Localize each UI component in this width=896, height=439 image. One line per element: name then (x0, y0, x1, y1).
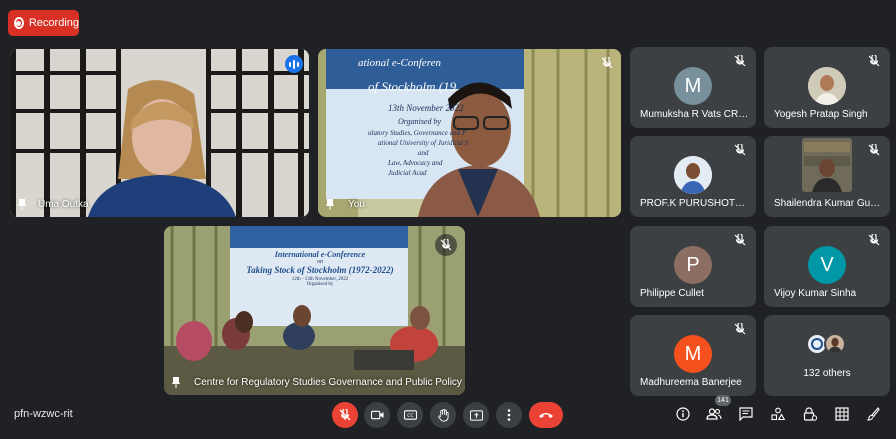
more-icon (507, 409, 511, 421)
participant-name: Madhureema Banerjee (640, 377, 742, 388)
participant-tile[interactable]: PROF.K PURUSHOTHAM... (630, 136, 756, 217)
banner-line: Organised by (306, 282, 334, 287)
participant-name: Vijoy Kumar Sinha (774, 288, 857, 299)
participant-video (10, 49, 309, 217)
banner-line: Law, Advocacy and (388, 159, 443, 167)
mic-off-icon (868, 234, 880, 246)
activities-icon (771, 407, 785, 421)
present-button[interactable] (463, 402, 489, 428)
video-tile-uma-outka[interactable]: Uma Outka (10, 49, 309, 217)
mic-off-icon (339, 409, 351, 421)
people-button[interactable] (705, 405, 723, 423)
conference-banner: ational e-Conferen of Stockholm (19 13th… (328, 57, 518, 177)
svg-text:CC: CC (407, 413, 413, 419)
video-tile-centre[interactable]: International e-Conference on Taking Sto… (164, 226, 465, 395)
banner-line: of Stockholm (19 (368, 79, 457, 94)
bottom-toolbar: pfn-wzwc-rit CC 141 (0, 393, 896, 439)
captions-button[interactable]: CC (397, 402, 423, 428)
participant-tile[interactable]: Shailendra Kumar Gupta (764, 136, 890, 217)
avatar: M (674, 67, 712, 105)
banner-line: Organised by (398, 117, 442, 126)
participant-name: Shailendra Kumar Gupta (774, 198, 884, 209)
recording-label: Recording (28, 17, 79, 29)
video-tile-you[interactable]: ational e-Conferen of Stockholm (19 13th… (318, 49, 621, 217)
avatar: V (808, 246, 846, 284)
raise-hand-button[interactable] (430, 402, 456, 428)
banner-line: Judicial Acad (388, 169, 427, 177)
layout-button[interactable] (833, 405, 851, 423)
others-avatars (806, 333, 846, 355)
mic-off-icon (868, 55, 880, 67)
mic-off-icon (435, 234, 457, 256)
participant-tile[interactable]: M Madhureema Banerjee (630, 315, 756, 396)
participant-name: Centre for Regulatory Studies Governance… (194, 377, 462, 388)
hangup-icon (539, 413, 553, 418)
avatar: P (674, 246, 712, 284)
banner-line: ulatory Studies, Governance and P (368, 129, 467, 137)
meeting-details-button[interactable] (674, 405, 692, 423)
avatar-initial: V (820, 253, 834, 276)
chat-button[interactable] (737, 405, 755, 423)
meeting-code: pfn-wzwc-rit (14, 408, 73, 420)
others-count: 132 others (803, 368, 851, 379)
chat-icon (739, 407, 753, 421)
host-controls-icon (803, 407, 817, 421)
speaking-indicator-icon (285, 55, 303, 73)
raise-hand-icon (437, 408, 449, 422)
mic-off-icon (734, 323, 746, 335)
others-tile[interactable]: 132 others (764, 315, 890, 396)
banner-line: ational e-Conferen (358, 57, 441, 69)
camera-toggle-button[interactable] (364, 402, 390, 428)
pin-icon[interactable] (18, 199, 26, 210)
info-icon (676, 407, 690, 421)
participant-tile[interactable]: Yogesh Pratap Singh (764, 47, 890, 128)
participant-name: Yogesh Pratap Singh (774, 109, 868, 120)
more-options-button[interactable] (496, 402, 522, 428)
banner-line: International e-Conference (274, 250, 366, 259)
avatar (674, 156, 712, 194)
participant-tile[interactable]: M Mumuksha R Vats CRSG... (630, 47, 756, 128)
participant-tile[interactable]: V Vijoy Kumar Sinha (764, 226, 890, 307)
avatar (824, 333, 846, 355)
avatar-initial: M (684, 74, 702, 97)
people-icon (706, 408, 722, 420)
host-controls-button[interactable] (801, 405, 819, 423)
mic-toggle-button[interactable] (332, 402, 358, 428)
captions-icon: CC (403, 410, 417, 420)
activities-button[interactable] (769, 405, 787, 423)
participant-name: You (348, 199, 365, 210)
conference-banner: International e-Conference on Taking Sto… (232, 250, 408, 287)
participant-name: Philippe Cullet (640, 288, 704, 299)
banner-line: 13th November 2022 (388, 103, 464, 113)
avatar: M (674, 335, 712, 373)
pin-icon[interactable] (326, 199, 334, 210)
participant-name: Uma Outka (38, 199, 89, 210)
mic-off-icon (868, 144, 880, 156)
banner-line: ational University of Juridical S (378, 139, 469, 147)
grid-icon (835, 407, 849, 421)
participant-name: Mumuksha R Vats CRSG... (640, 109, 750, 120)
participant-name: PROF.K PURUSHOTHAM... (640, 198, 750, 209)
pin-icon[interactable] (172, 377, 180, 388)
mic-off-icon (734, 55, 746, 67)
leave-call-button[interactable] (529, 402, 563, 428)
recording-icon (14, 17, 24, 29)
participant-tile[interactable]: P Philippe Cullet (630, 226, 756, 307)
banner-line: and (418, 149, 429, 157)
brush-icon (867, 407, 880, 421)
mic-off-icon (601, 57, 613, 69)
avatar-initial: M (684, 342, 702, 365)
camera-icon (370, 410, 384, 420)
banner-line: Taking Stock of Stockholm (1972-2022) (246, 265, 394, 275)
whiteboard-button[interactable] (864, 405, 882, 423)
avatar-initial: P (686, 253, 700, 276)
participant-video (802, 138, 852, 192)
recording-badge[interactable]: Recording (8, 10, 79, 36)
mic-off-icon (734, 144, 746, 156)
present-icon (469, 409, 483, 421)
avatar (808, 67, 846, 105)
mic-off-icon (734, 234, 746, 246)
